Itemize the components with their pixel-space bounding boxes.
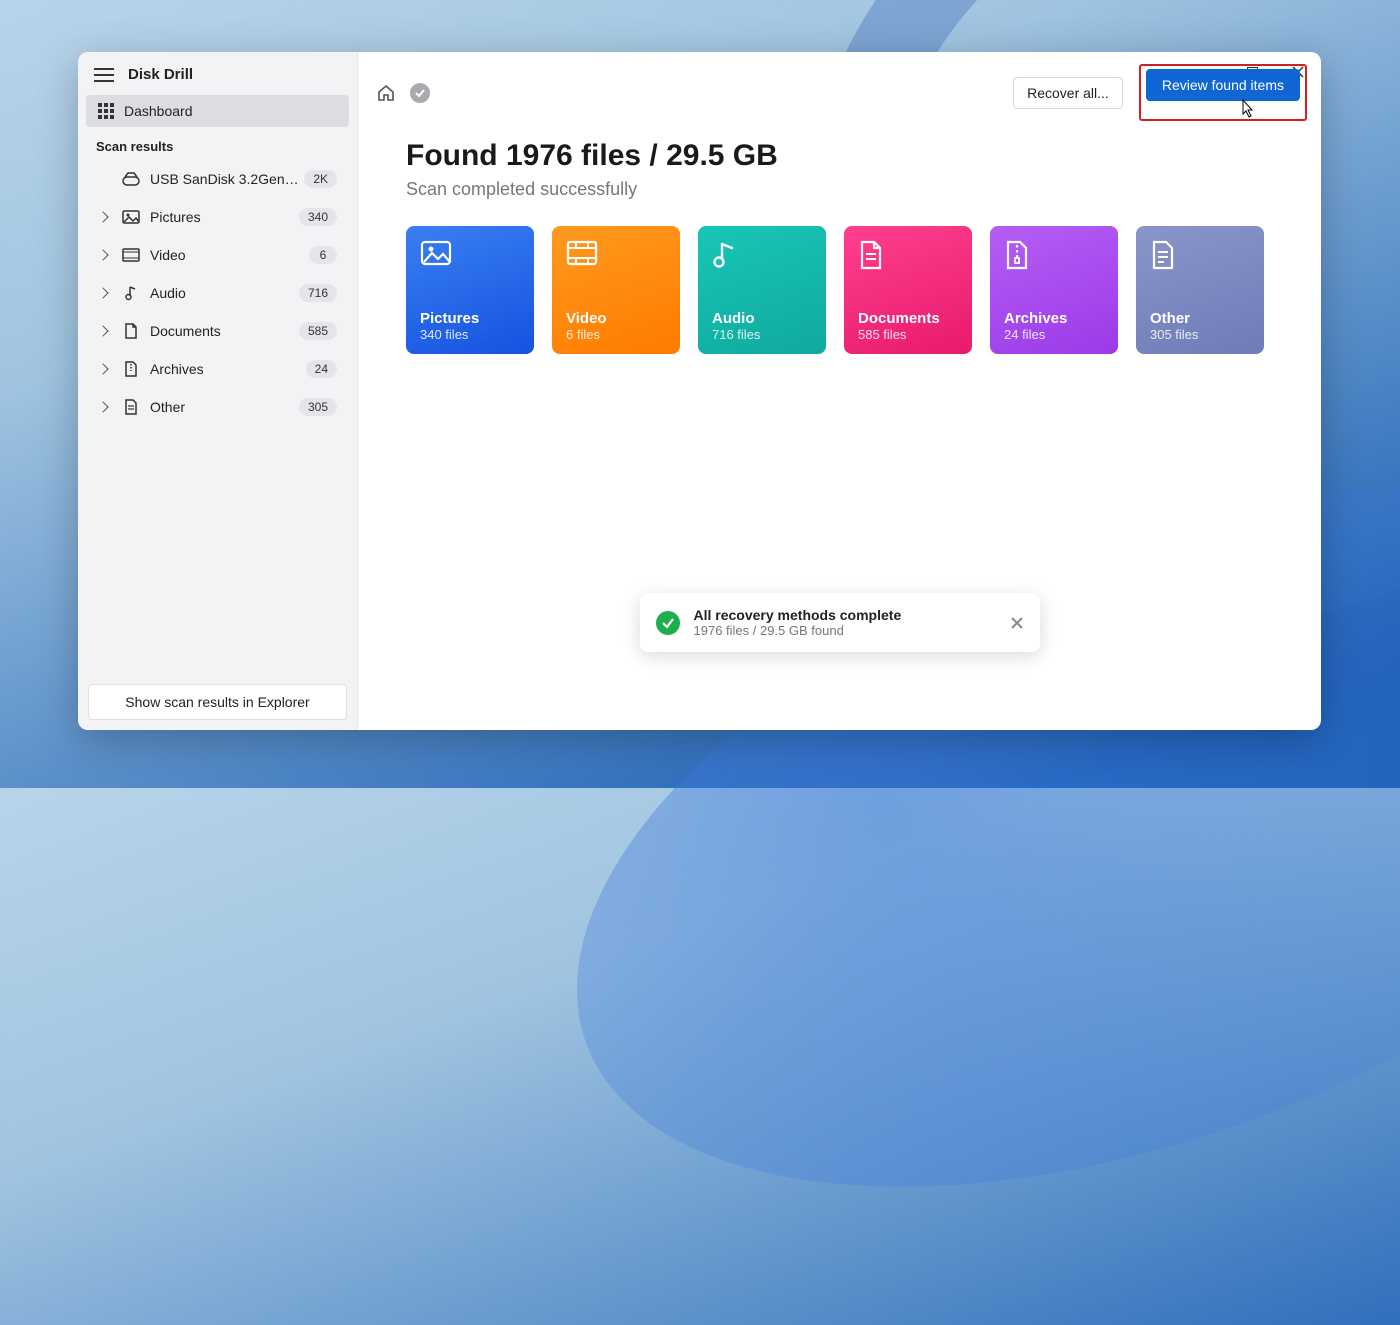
category-tiles: Pictures 340 files Video 6 files Audio 7… xyxy=(406,226,1273,354)
file-icon xyxy=(1150,240,1250,270)
results-headline: Found 1976 files / 29.5 GB xyxy=(406,139,1273,173)
app-window: Disk Drill Dashboard Scan results USB Sa… xyxy=(78,52,1321,730)
count-badge: 340 xyxy=(299,208,337,226)
video-icon xyxy=(566,240,666,270)
sidebar-item-dashboard[interactable]: Dashboard xyxy=(86,95,349,127)
tile-archives[interactable]: Archives 24 files xyxy=(990,226,1118,354)
count-badge: 24 xyxy=(306,360,337,378)
tile-video[interactable]: Video 6 files xyxy=(552,226,680,354)
chevron-right-icon xyxy=(97,363,108,374)
tile-count: 716 files xyxy=(712,327,812,342)
annotation-highlight: Review found items xyxy=(1139,64,1307,121)
home-icon[interactable] xyxy=(372,79,400,107)
tile-label: Video xyxy=(566,310,666,327)
sidebar-item-label: Audio xyxy=(150,285,186,301)
tile-count: 6 files xyxy=(566,327,666,342)
tile-count: 24 files xyxy=(1004,327,1104,342)
toast-detail: 1976 files / 29.5 GB found xyxy=(694,623,996,638)
tile-label: Other xyxy=(1150,310,1250,327)
sidebar-item-label: Documents xyxy=(150,323,221,339)
tile-label: Audio xyxy=(712,310,812,327)
dashboard-icon xyxy=(98,103,114,119)
sidebar-device[interactable]: USB SanDisk 3.2Gen1 US... 2K xyxy=(86,162,349,196)
chevron-right-icon xyxy=(97,325,108,336)
sidebar-item-audio[interactable]: Audio 716 xyxy=(86,276,349,310)
tile-label: Archives xyxy=(1004,310,1104,327)
show-in-explorer-button[interactable]: Show scan results in Explorer xyxy=(88,684,347,720)
tile-pictures[interactable]: Pictures 340 files xyxy=(406,226,534,354)
recover-all-button[interactable]: Recover all... xyxy=(1013,77,1123,109)
tile-documents[interactable]: Documents 585 files xyxy=(844,226,972,354)
review-found-items-button[interactable]: Review found items xyxy=(1146,69,1300,101)
tile-label: Documents xyxy=(858,310,958,327)
tile-other[interactable]: Other 305 files xyxy=(1136,226,1264,354)
app-title: Disk Drill xyxy=(128,66,193,83)
sidebar-section-label: Scan results xyxy=(78,129,357,160)
sidebar: Disk Drill Dashboard Scan results USB Sa… xyxy=(78,52,358,730)
sidebar-item-other[interactable]: Other 305 xyxy=(86,390,349,424)
document-icon xyxy=(122,323,140,339)
chevron-right-icon xyxy=(97,211,108,222)
sidebar-item-pictures[interactable]: Pictures 340 xyxy=(86,200,349,234)
completion-toast: All recovery methods complete 1976 files… xyxy=(640,593,1040,652)
tile-count: 340 files xyxy=(420,327,520,342)
audio-icon xyxy=(712,240,812,270)
sidebar-item-video[interactable]: Video 6 xyxy=(86,238,349,272)
archive-icon xyxy=(122,361,140,377)
tile-label: Pictures xyxy=(420,310,520,327)
sidebar-item-label: Pictures xyxy=(150,209,201,225)
count-badge: 305 xyxy=(299,398,337,416)
chevron-right-icon xyxy=(97,249,108,260)
tile-audio[interactable]: Audio 716 files xyxy=(698,226,826,354)
chevron-right-icon xyxy=(97,287,108,298)
sidebar-item-label: Dashboard xyxy=(124,103,193,119)
topbar: Recover all... Review found items xyxy=(358,52,1321,133)
tile-count: 305 files xyxy=(1150,327,1250,342)
check-status-icon[interactable] xyxy=(410,83,430,103)
sidebar-item-label: Video xyxy=(150,247,186,263)
picture-icon xyxy=(420,240,520,270)
toast-title: All recovery methods complete xyxy=(694,607,996,623)
menu-icon[interactable] xyxy=(94,68,114,82)
sidebar-item-documents[interactable]: Documents 585 xyxy=(86,314,349,348)
archive-icon xyxy=(1004,240,1104,270)
audio-icon xyxy=(122,285,140,301)
tile-count: 585 files xyxy=(858,327,958,342)
drive-icon xyxy=(122,172,140,186)
results-subhead: Scan completed successfully xyxy=(406,179,1273,200)
picture-icon xyxy=(122,210,140,224)
count-badge: 716 xyxy=(299,284,337,302)
count-badge: 585 xyxy=(299,322,337,340)
sidebar-item-archives[interactable]: Archives 24 xyxy=(86,352,349,386)
count-badge: 6 xyxy=(309,246,337,264)
main-panel: Recover all... Review found items Found … xyxy=(358,52,1321,730)
success-check-icon xyxy=(656,611,680,635)
file-icon xyxy=(122,399,140,415)
document-icon xyxy=(858,240,958,270)
video-icon xyxy=(122,248,140,262)
cursor-icon xyxy=(1237,98,1257,120)
sidebar-item-label: USB SanDisk 3.2Gen1 US... xyxy=(150,171,300,187)
toast-close-button[interactable] xyxy=(1010,616,1024,630)
count-badge: 2K xyxy=(304,170,337,188)
chevron-right-icon xyxy=(97,401,108,412)
sidebar-item-label: Archives xyxy=(150,361,204,377)
sidebar-item-label: Other xyxy=(150,399,185,415)
